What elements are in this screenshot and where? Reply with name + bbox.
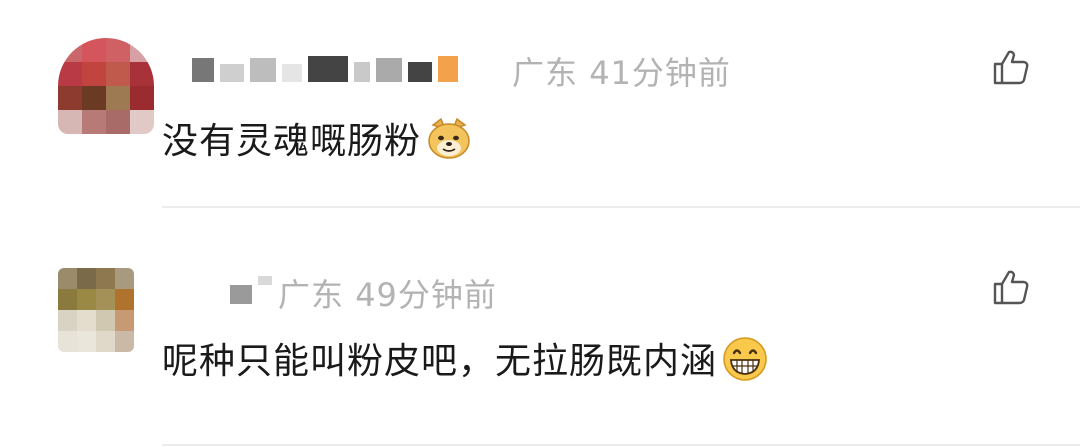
comment-body: 呢种只能叫粉皮吧，无拉肠既内涵 [162, 341, 718, 382]
thumbs-up-icon[interactable] [992, 48, 1030, 86]
avatar[interactable] [58, 268, 134, 352]
comment-text: 呢种只能叫粉皮吧，无拉肠既内涵 [162, 332, 769, 384]
username[interactable] [192, 54, 458, 82]
comment-meta: 广东 49分钟前 [278, 270, 497, 316]
grin-emoji [723, 337, 767, 381]
comment-item: 广东 41分钟前 没有灵魂嘅肠粉 [0, 0, 1080, 208]
divider [162, 444, 1080, 446]
location: 广东 [278, 276, 345, 314]
timestamp: 49分钟前 [355, 276, 497, 314]
timestamp: 41分钟前 [589, 54, 731, 92]
comment-item: 广东 49分钟前 呢种只能叫粉皮吧，无拉肠既内涵 [0, 208, 1080, 447]
comment-text: 没有灵魂嘅肠粉 [162, 112, 473, 164]
location: 广东 [512, 54, 579, 92]
thumbs-up-icon[interactable] [992, 268, 1030, 306]
username[interactable] [230, 276, 272, 304]
avatar[interactable] [58, 38, 154, 134]
doge-emoji [428, 117, 470, 159]
comment-body: 没有灵魂嘅肠粉 [162, 121, 422, 162]
comment-meta: 广东 41分钟前 [512, 48, 731, 94]
